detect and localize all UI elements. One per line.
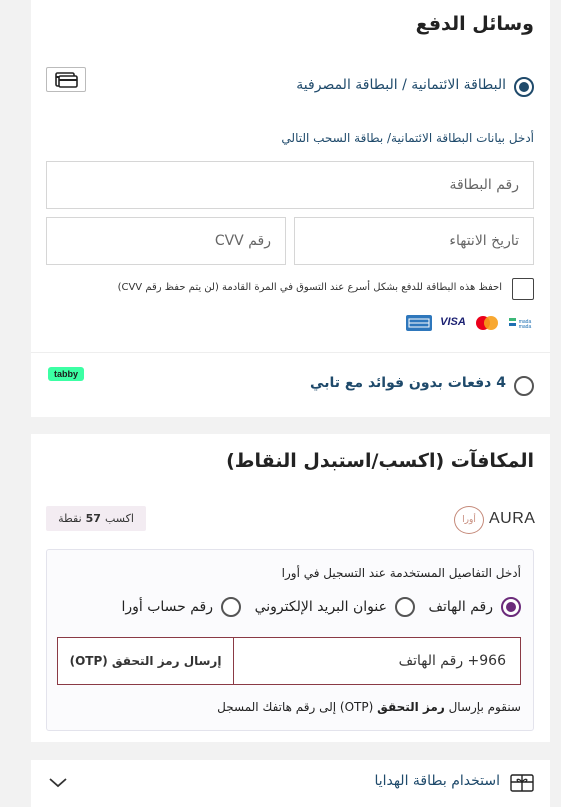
phone-input[interactable]: 966+ رقم الهاتف xyxy=(234,638,520,684)
cvv-placeholder: رقم CVV xyxy=(214,233,271,249)
card-instructions: أدخل بيانات البطاقة الائتمانية/ بطاقة ال… xyxy=(281,131,534,145)
gift-card-icon xyxy=(510,774,534,792)
payment-methods-card: وسائل الدفع البطاقة الائتمانية / البطاقة… xyxy=(31,0,550,417)
email-option-label[interactable]: عنوان البريد الإلكتروني xyxy=(255,599,387,615)
card-number-placeholder: رقم البطاقة xyxy=(449,177,519,193)
mastercard-icon xyxy=(474,315,500,331)
aura-logo: أورا AURA xyxy=(454,506,536,534)
send-otp-button[interactable]: إرسال رمز التحقق (OTP) xyxy=(58,638,234,684)
visa-icon: VISA xyxy=(440,316,466,328)
aura-account-option-label[interactable]: رقم حساب أورا xyxy=(121,599,213,615)
phone-input-group: 966+ رقم الهاتف إرسال رمز التحقق (OTP) xyxy=(57,637,521,685)
earn-points-value: 57 xyxy=(85,512,101,525)
phone-option-radio[interactable] xyxy=(501,597,521,617)
otp-note-suffix: (OTP) إلى رقم هاتفك المسجل xyxy=(217,700,374,714)
mada-icon: mada mada xyxy=(508,315,534,331)
rewards-title: المكافآت (اكسب/استبدل النقاط) xyxy=(226,450,534,472)
cvv-input[interactable]: رقم CVV xyxy=(46,217,286,265)
card-brands: mada mada VISA xyxy=(404,315,534,331)
phone-placeholder: 966+ رقم الهاتف xyxy=(398,653,506,669)
svg-text:mada: mada xyxy=(519,324,532,330)
gift-card-label[interactable]: استخدام بطاقة الهدايا xyxy=(374,773,500,789)
phone-option-label[interactable]: رقم الهاتف xyxy=(429,599,493,615)
aura-account-option-radio[interactable] xyxy=(221,597,241,617)
otp-note-prefix: سنقوم بإرسال xyxy=(448,700,521,714)
aura-login-instructions: أدخل التفاصيل المستخدمة عند التسجيل في أ… xyxy=(281,566,521,580)
card-option-label[interactable]: البطاقة الائتمانية / البطاقة المصرفية xyxy=(296,77,506,93)
expiry-placeholder: تاريخ الانتهاء xyxy=(449,233,519,249)
earn-suffix: نقطة xyxy=(58,512,82,525)
expiry-date-input[interactable]: تاريخ الانتهاء xyxy=(294,217,534,265)
earn-prefix: اكسب xyxy=(104,512,134,525)
tabby-logo: tabby xyxy=(48,367,84,381)
amex-icon xyxy=(406,315,432,331)
chevron-down-icon[interactable] xyxy=(48,774,68,788)
rewards-card: المكافآت (اكسب/استبدل النقاط) أورا AURA … xyxy=(31,434,550,742)
aura-login-panel: أدخل التفاصيل المستخدمة عند التسجيل في أ… xyxy=(46,549,534,731)
otp-note-bold: رمز التحقق xyxy=(377,700,445,714)
save-card-checkbox[interactable] xyxy=(512,278,534,300)
divider xyxy=(31,352,550,353)
gift-card-row[interactable]: استخدام بطاقة الهدايا xyxy=(31,760,550,807)
credit-card-icon xyxy=(46,67,86,92)
earn-points-badge: اكسب 57 نقطة xyxy=(46,506,146,531)
card-option-radio[interactable] xyxy=(514,77,534,97)
email-option-radio[interactable] xyxy=(395,597,415,617)
tabby-option-radio[interactable] xyxy=(514,376,534,396)
payment-methods-title: وسائل الدفع xyxy=(415,13,534,35)
tabby-option-label[interactable]: 4 دفعات بدون فوائد مع تابي xyxy=(310,375,506,391)
otp-note: سنقوم بإرسال رمز التحقق (OTP) إلى رقم ها… xyxy=(217,700,521,714)
aura-arabic-mark: أورا xyxy=(454,506,484,534)
card-number-input[interactable]: رقم البطاقة xyxy=(46,161,534,209)
aura-brand: AURA xyxy=(489,510,536,527)
save-card-label: احفظ هذه البطاقة للدفع بشكل أسرع عند الت… xyxy=(117,282,502,293)
